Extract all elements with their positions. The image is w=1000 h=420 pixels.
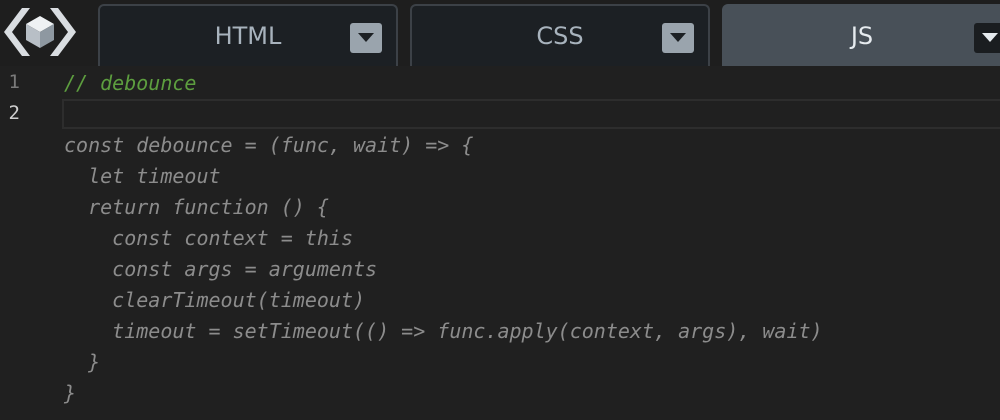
- code-line[interactable]: // debounce: [64, 71, 196, 95]
- code-line[interactable]: const debounce = (func, wait) => {: [64, 133, 473, 157]
- tab-html-dropdown-button[interactable]: [350, 23, 382, 53]
- tab-css[interactable]: CSS: [410, 4, 710, 66]
- tab-js-dropdown-button[interactable]: [974, 23, 1000, 53]
- chevron-down-icon: [670, 33, 686, 42]
- code-line[interactable]: timeout = setTimeout(() => func.apply(co…: [64, 319, 822, 343]
- app-logo-icon[interactable]: [0, 2, 80, 62]
- code-line[interactable]: let timeout: [64, 164, 220, 188]
- line-number-gutter: 1 2: [0, 66, 54, 420]
- code-line[interactable]: return function () {: [64, 195, 329, 219]
- code-line[interactable]: const context = this: [64, 226, 353, 250]
- chevron-down-icon: [358, 33, 374, 42]
- line-number: 1: [8, 71, 20, 93]
- tab-js-label: JS: [850, 22, 874, 50]
- code-line[interactable]: const args = arguments: [64, 257, 377, 281]
- tab-css-dropdown-button[interactable]: [662, 23, 694, 53]
- line-number: 2: [8, 102, 20, 124]
- tab-js[interactable]: JS: [722, 4, 1000, 66]
- editor-tab-bar: HTML CSS JS: [0, 0, 1000, 66]
- code-line[interactable]: }: [64, 381, 76, 405]
- code-line[interactable]: }: [64, 350, 100, 374]
- code-line[interactable]: clearTimeout(timeout): [64, 288, 365, 312]
- active-line-highlight: [62, 99, 1000, 129]
- chevron-down-icon: [982, 33, 998, 42]
- code-editor[interactable]: 1 2 // debounce const debounce = (func, …: [0, 66, 1000, 420]
- tab-html[interactable]: HTML: [98, 4, 398, 66]
